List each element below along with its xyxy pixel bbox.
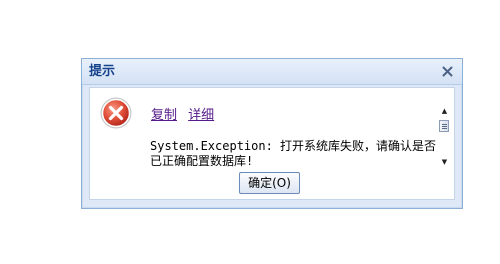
scroll-down-arrow-icon[interactable]: ▼ xyxy=(439,157,450,167)
details-link[interactable]: 详细 xyxy=(188,108,214,123)
error-icon xyxy=(100,97,132,129)
scroll-thumb[interactable] xyxy=(439,120,449,132)
error-message: System.Exception: 打开系统库失败，请确认是否已正确配置数据库! xyxy=(150,139,437,168)
copy-link[interactable]: 复制 xyxy=(151,108,177,123)
message-dialog: 提示 复制 详细 System.Exception: 打开系统库失败，请确认是否… xyxy=(81,58,463,209)
scroll-up-arrow-icon[interactable]: ▲ xyxy=(439,106,450,116)
ok-button[interactable]: 确定(O) xyxy=(239,172,300,194)
close-icon xyxy=(442,66,452,76)
dialog-title: 提示 xyxy=(89,64,116,79)
dialog-title-bar[interactable]: 提示 xyxy=(82,59,462,85)
message-scrollbar[interactable]: ▲ ▼ xyxy=(439,106,450,167)
action-links: 复制 详细 xyxy=(151,108,221,124)
close-button[interactable] xyxy=(439,63,455,79)
